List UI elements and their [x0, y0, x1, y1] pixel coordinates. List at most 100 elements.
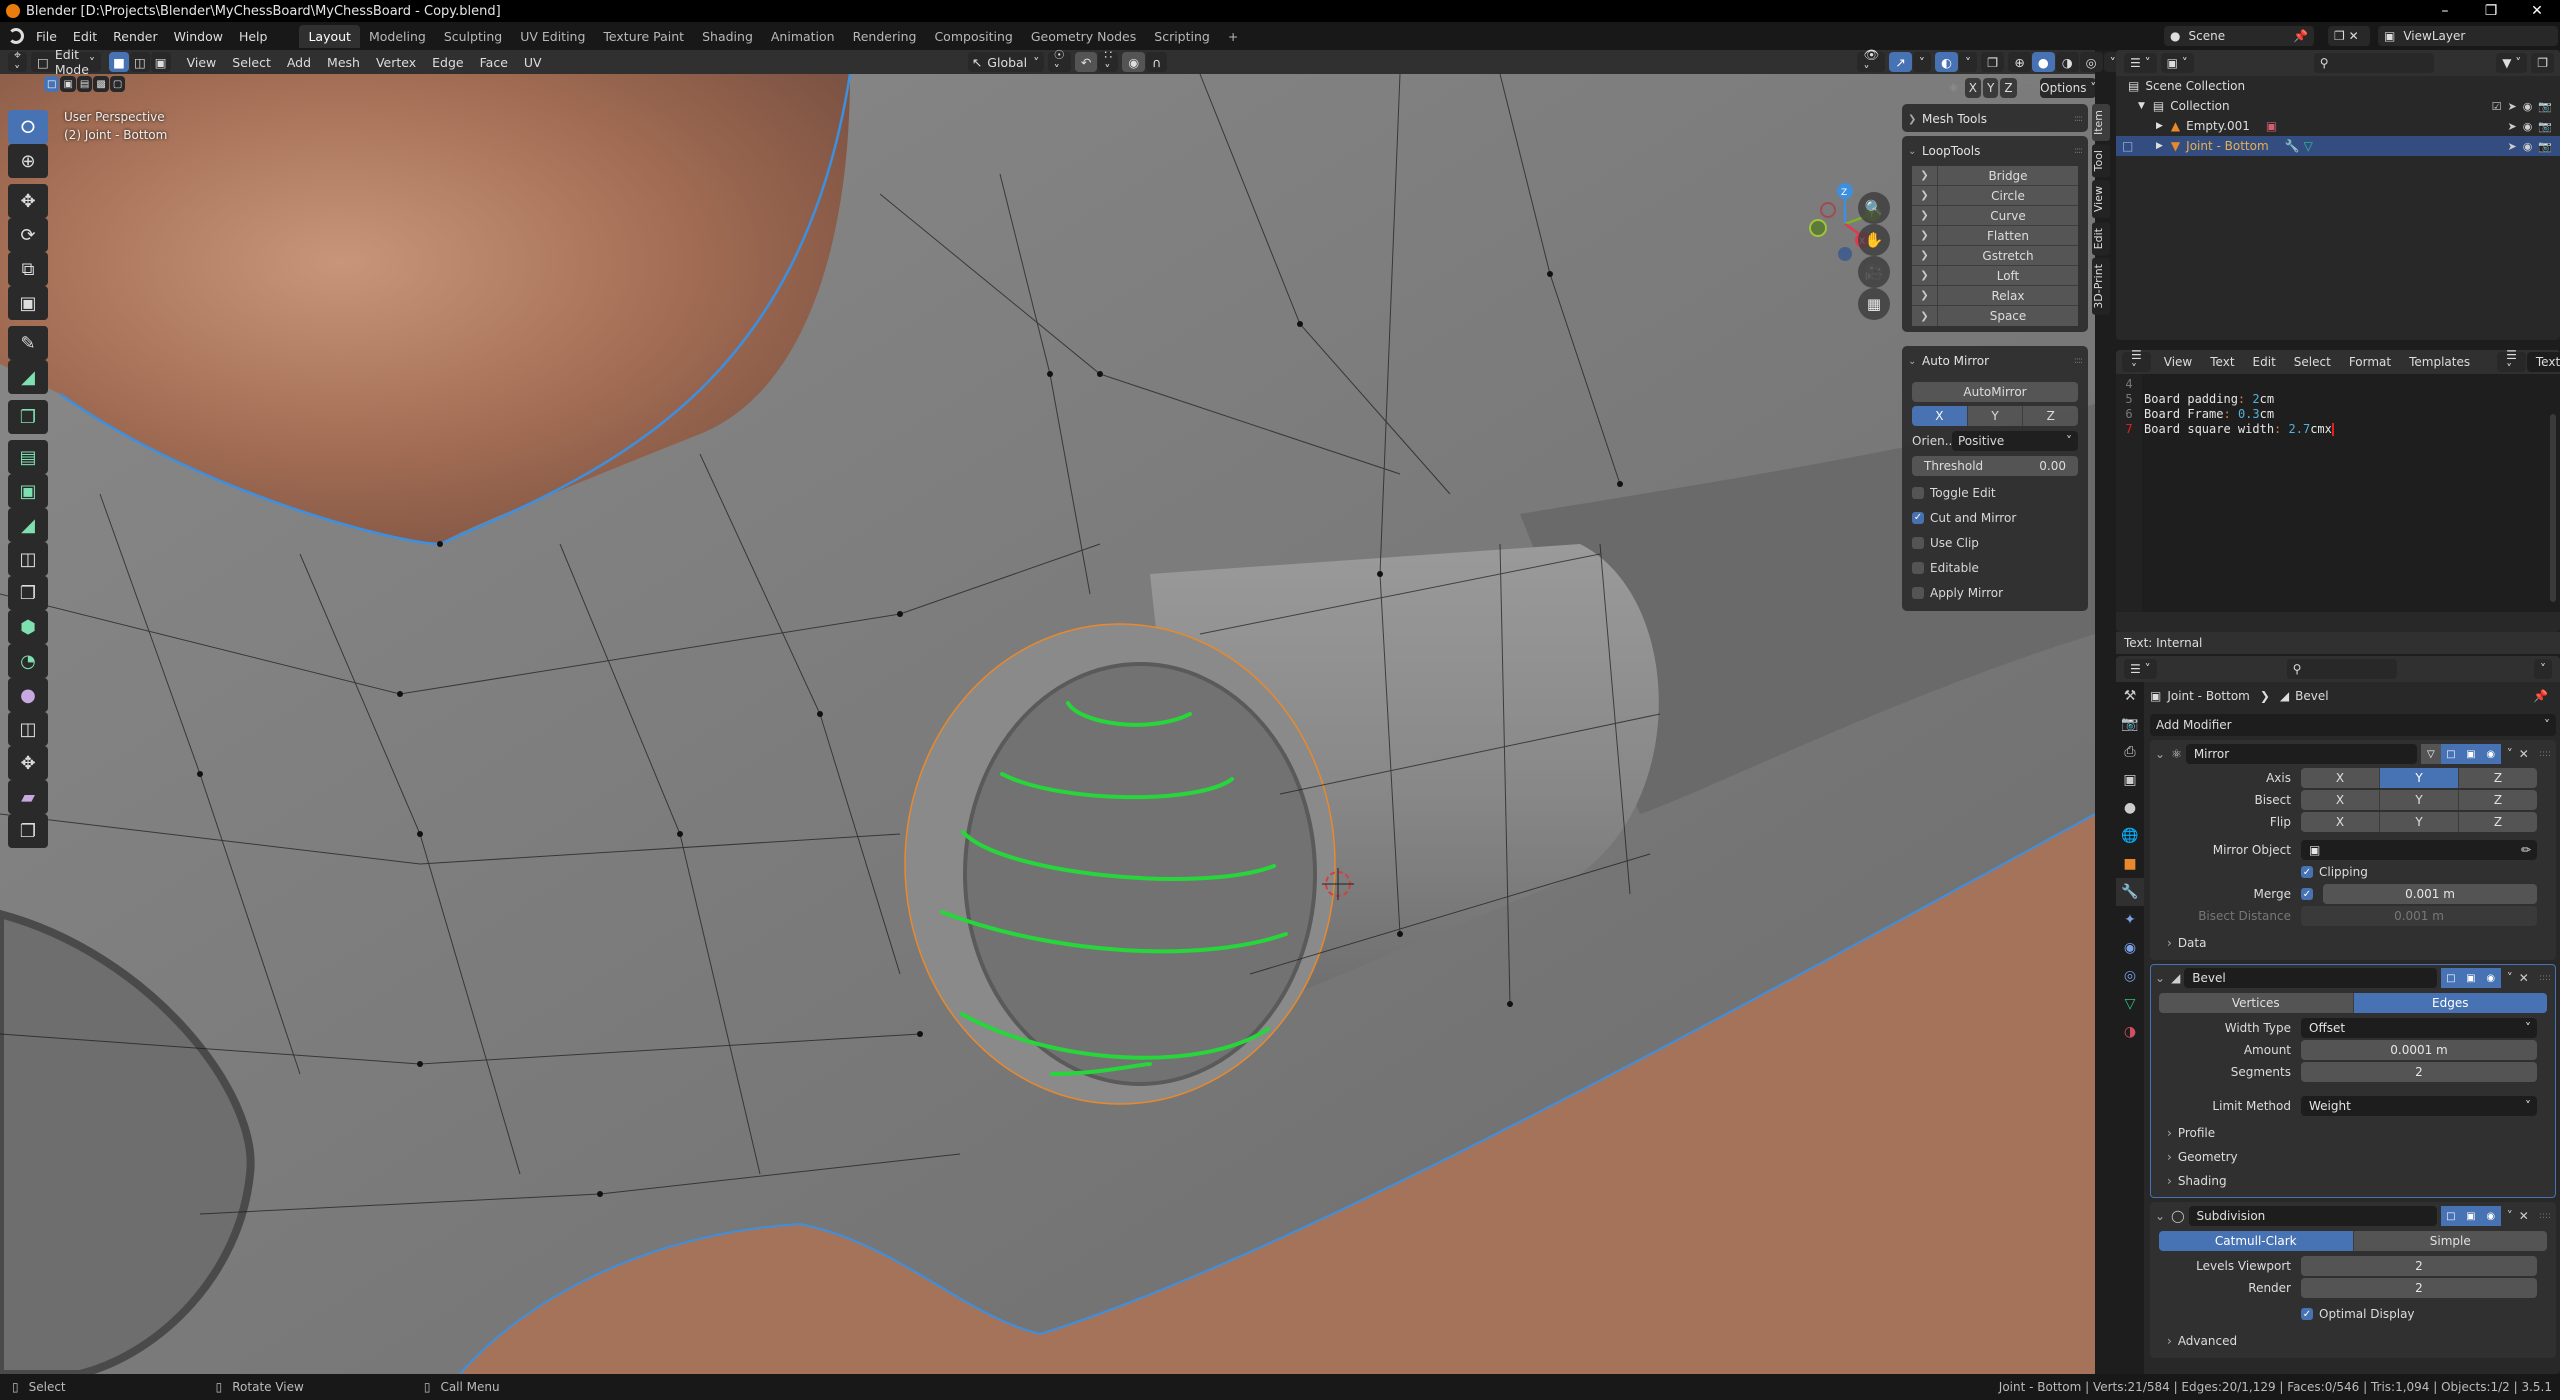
annotate-tool[interactable]: ✎ [8, 326, 48, 360]
expand-arrow-icon[interactable]: ▶ [2156, 141, 2163, 151]
tab-world[interactable]: 🌐 [2116, 822, 2144, 850]
subdivision-advanced-subpanel[interactable]: Advanced [2151, 1329, 2555, 1353]
selectable-icon[interactable]: ➤ [2507, 140, 2516, 153]
visibility-selectability-dropdown[interactable]: 👁 ˅ [1857, 47, 1886, 78]
menu-view[interactable]: View [179, 55, 225, 70]
edit-mode-toggle[interactable]: □ [2440, 968, 2461, 988]
gizmo-toggle[interactable]: ↗ [1889, 52, 1912, 72]
chevron-right-icon[interactable]: ❯ [1912, 166, 1938, 185]
menu-mesh[interactable]: Mesh [319, 55, 368, 70]
menu-templates[interactable]: Templates [2400, 355, 2479, 369]
select-extend-button[interactable]: ▣ [60, 76, 76, 92]
menu-edit[interactable]: Edit [2244, 355, 2285, 369]
workspace-tab-shading[interactable]: Shading [693, 25, 762, 48]
menu-window[interactable]: Window [166, 29, 231, 44]
chevron-right-icon[interactable]: ❯ [1912, 246, 1938, 265]
automirror-axis-x[interactable]: X [1912, 406, 1968, 426]
camera-icon[interactable]: 📷 [2538, 100, 2552, 113]
maximize-button[interactable]: ❐ [2468, 0, 2514, 22]
checkbox-box[interactable] [1912, 586, 1924, 599]
tab-physics[interactable]: ◉ [2116, 934, 2144, 962]
face-select-mode-button[interactable]: ▣ [150, 52, 171, 72]
looptools-circle[interactable]: ❯ Circle [1912, 186, 2078, 206]
grip-icon[interactable]: :::: [2074, 146, 2083, 156]
xray-toggle[interactable]: ❐ [1981, 52, 2005, 72]
chevron-right-icon[interactable]: ❯ [1912, 286, 1938, 305]
apply-mirror-checkbox[interactable]: Apply Mirror [1912, 580, 2078, 605]
menu-help[interactable]: Help [231, 29, 276, 44]
menu-edit[interactable]: Edit [65, 29, 105, 44]
automirror-axis-z[interactable]: Z [2023, 406, 2079, 426]
cursor-tool[interactable]: ⊕ [8, 144, 48, 178]
select-subtract-button[interactable]: ▤ [76, 76, 93, 92]
workspace-tab-animation[interactable]: Animation [762, 25, 844, 48]
simple-toggle[interactable]: Simple [2353, 1231, 2547, 1251]
chevron-right-icon[interactable]: ❯ [1912, 226, 1938, 245]
text-browse-button[interactable]: ☰ ˅ [2497, 348, 2526, 376]
menu-vertex[interactable]: Vertex [368, 55, 424, 70]
view-layer-selector[interactable]: ▣ ViewLayer [2378, 26, 2558, 46]
checkbox-box[interactable] [1912, 486, 1924, 499]
gizmo-dropdown[interactable]: ˅ [1912, 52, 1931, 72]
edge-select-mode-button[interactable]: ◫ [129, 52, 150, 72]
looptools-loft[interactable]: ❯ Loft [1912, 266, 2078, 286]
tab-modifiers[interactable]: 🔧 [2116, 878, 2144, 906]
rotate-tool[interactable]: ⟳ [8, 218, 48, 252]
outliner-joint-bottom[interactable]: □ ▶ ▼ Joint - Bottom 🔧 ▽ ➤ ◉ 📷 [2116, 136, 2560, 156]
bisect-x-toggle[interactable]: X [2301, 790, 2380, 810]
limit-method-dropdown[interactable]: Weight ˅ [2301, 1096, 2537, 1116]
mirror-data-subpanel[interactable]: Data [2151, 931, 2555, 955]
eyedropper-icon[interactable]: ✏ [2521, 840, 2531, 860]
merge-distance-field[interactable]: 0.001 m [2323, 884, 2537, 904]
mode-dropdown[interactable]: □ Edit Mode ˅ [31, 47, 102, 77]
text-datablock-name[interactable]: Text [2526, 352, 2560, 372]
tab-output[interactable]: ⎙ [2116, 738, 2144, 766]
workspace-tab-rendering[interactable]: Rendering [844, 25, 926, 48]
mesh-tools-header[interactable]: ❯ Mesh Tools:::: [1908, 108, 2083, 130]
tab-view[interactable]: View [2092, 180, 2110, 219]
shading-solid-button[interactable]: ● [2031, 52, 2055, 72]
spin-tool[interactable]: ◔ [8, 644, 48, 678]
edge-slide-tool[interactable]: ◫ [8, 712, 48, 746]
menu-select[interactable]: Select [224, 55, 279, 70]
options-dropdown[interactable]: Options ˅ [2040, 78, 2095, 98]
add-modifier-dropdown[interactable]: Add Modifier ˅ [2150, 714, 2556, 736]
bevel-modifier-name[interactable]: Bevel [2184, 968, 2437, 988]
eye-icon[interactable]: ◉ [2523, 140, 2533, 153]
viewport-toggle[interactable]: ▣ [2460, 968, 2481, 988]
move-tool[interactable]: ✥ [8, 184, 48, 218]
display-mode-dropdown[interactable]: ▣ ˅ [2160, 53, 2194, 73]
menu-face[interactable]: Face [472, 55, 516, 70]
zoom-view-button[interactable]: 🔍 [1858, 192, 1890, 224]
close-button[interactable]: ✕ [2514, 0, 2560, 22]
expand-arrow-icon[interactable]: ▶ [2156, 121, 2163, 131]
grip-icon[interactable]: :::: [2074, 356, 2083, 366]
chevron-right-icon[interactable]: ❯ [1912, 186, 1938, 205]
checkmark-icon[interactable]: ✓ [2301, 888, 2313, 900]
catmull-clark-toggle[interactable]: Catmull-Clark [2159, 1231, 2354, 1251]
workspace-tab-sculpting[interactable]: Sculpting [435, 25, 511, 48]
toggle-edit-checkbox[interactable]: Toggle Edit [1912, 480, 2078, 505]
outliner-editor-type[interactable]: ☰ ˅ [2124, 53, 2157, 73]
automirror-axis-y[interactable]: Y [1967, 406, 2024, 426]
bevel-geometry-subpanel[interactable]: Geometry [2151, 1145, 2555, 1169]
smooth-tool[interactable]: ● [8, 678, 48, 712]
edit-mode-toggle[interactable]: □ [2440, 744, 2461, 764]
editable-checkbox[interactable]: Editable [1912, 555, 2078, 580]
blender-menu-icon[interactable] [8, 28, 24, 44]
new-scene-button[interactable]: ❐ ✕ [2328, 26, 2370, 46]
render-toggle[interactable]: ◉ [2480, 1206, 2501, 1226]
mirror-object-field[interactable]: ▣ ✏ [2301, 840, 2537, 860]
tab-material[interactable]: ◑ [2116, 1018, 2144, 1046]
transform-orientation-dropdown[interactable]: ↖ Global ˅ [967, 52, 1044, 72]
checkmark-icon[interactable]: ✓ [2301, 866, 2313, 878]
auto-mirror-header[interactable]: ⌄ Auto Mirror:::: [1908, 350, 2083, 372]
flip-z-toggle[interactable]: Z [2459, 812, 2537, 832]
menu-format[interactable]: Format [2340, 355, 2400, 369]
selectable-icon[interactable]: ➤ [2507, 100, 2516, 113]
menu-view[interactable]: View [2155, 355, 2201, 369]
flip-y-toggle[interactable]: Y [2380, 812, 2459, 832]
merge-checkbox[interactable]: ✓ [2301, 882, 2319, 907]
checkmark-icon[interactable]: ✓ [2301, 1308, 2313, 1320]
overlays-toggle[interactable]: ◐ [1934, 52, 1958, 72]
